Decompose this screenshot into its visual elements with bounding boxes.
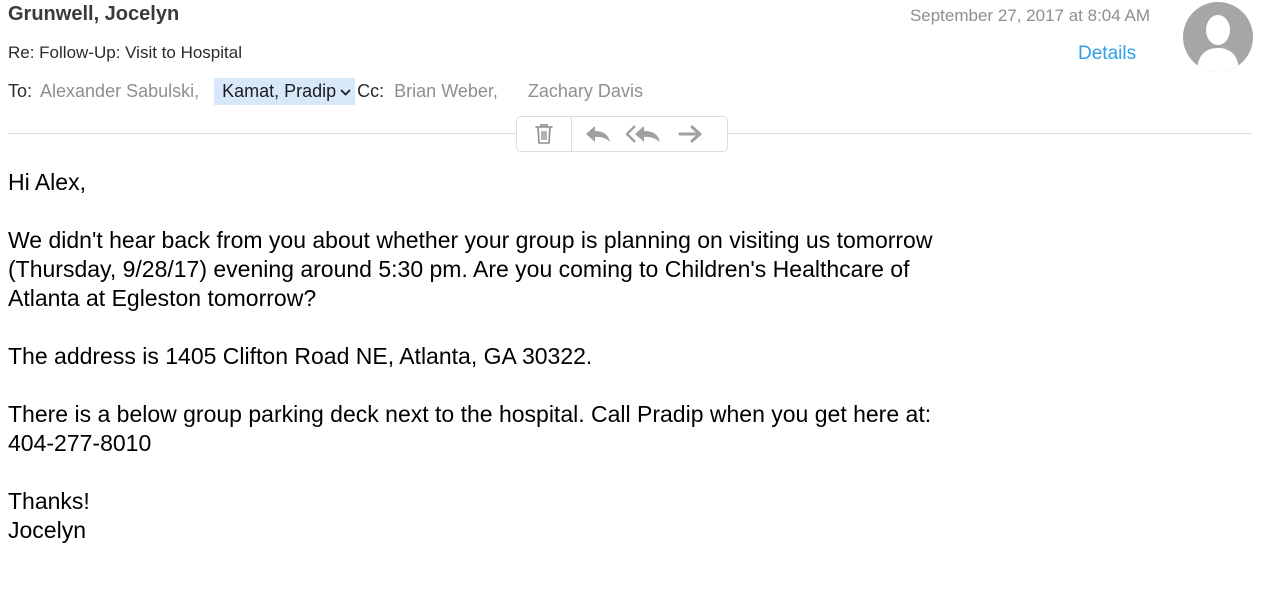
chevron-down-icon [340,81,351,102]
recipient-cc[interactable]: Zachary Davis [528,81,643,102]
person-silhouette-icon [1197,15,1239,72]
delete-button[interactable] [517,117,572,151]
body-paragraph: The address is 1405 Clifton Road NE, Atl… [8,343,593,369]
signoff: Thanks! Jocelyn [8,488,90,543]
forward-button[interactable] [668,117,714,151]
greeting: Hi Alex, [8,169,86,195]
reply-icon [586,126,610,142]
cc-label: Cc: [357,80,385,101]
message-toolbar [516,116,728,152]
forward-icon [678,125,702,143]
sender-name: Grunwell, Jocelyn [8,3,180,25]
message-body: Hi Alex, We didn't hear back from you ab… [8,168,1248,545]
message-date: September 27, 2017 at 8:04 AM [909,6,1150,25]
body-paragraph: We didn't hear back from you about wheth… [8,227,933,311]
body-paragraph: There is a below group parking deck next… [8,401,932,456]
reply-all-icon [625,125,660,143]
recipient-to-name: Kamat, Pradip [222,80,337,101]
message-header: Grunwell, Jocelyn September 27, 2017 at … [0,0,1262,160]
sender-avatar [1183,2,1253,72]
trash-icon [535,124,553,144]
reply-all-button[interactable] [620,117,668,151]
to-label: To: [8,80,33,101]
recipient-to-selected[interactable]: Kamat, Pradip [214,77,356,105]
recipient-to[interactable]: Alexander Sabulski, [40,81,199,102]
reply-button[interactable] [576,117,620,151]
message-subject: Re: Follow-Up: Visit to Hospital [8,43,242,62]
recipients-row: To: Alexander Sabulski, Kamat, Pradip Cc… [8,76,643,106]
recipient-cc[interactable]: Brian Weber, [394,81,498,102]
details-link[interactable]: Details [1078,43,1136,65]
